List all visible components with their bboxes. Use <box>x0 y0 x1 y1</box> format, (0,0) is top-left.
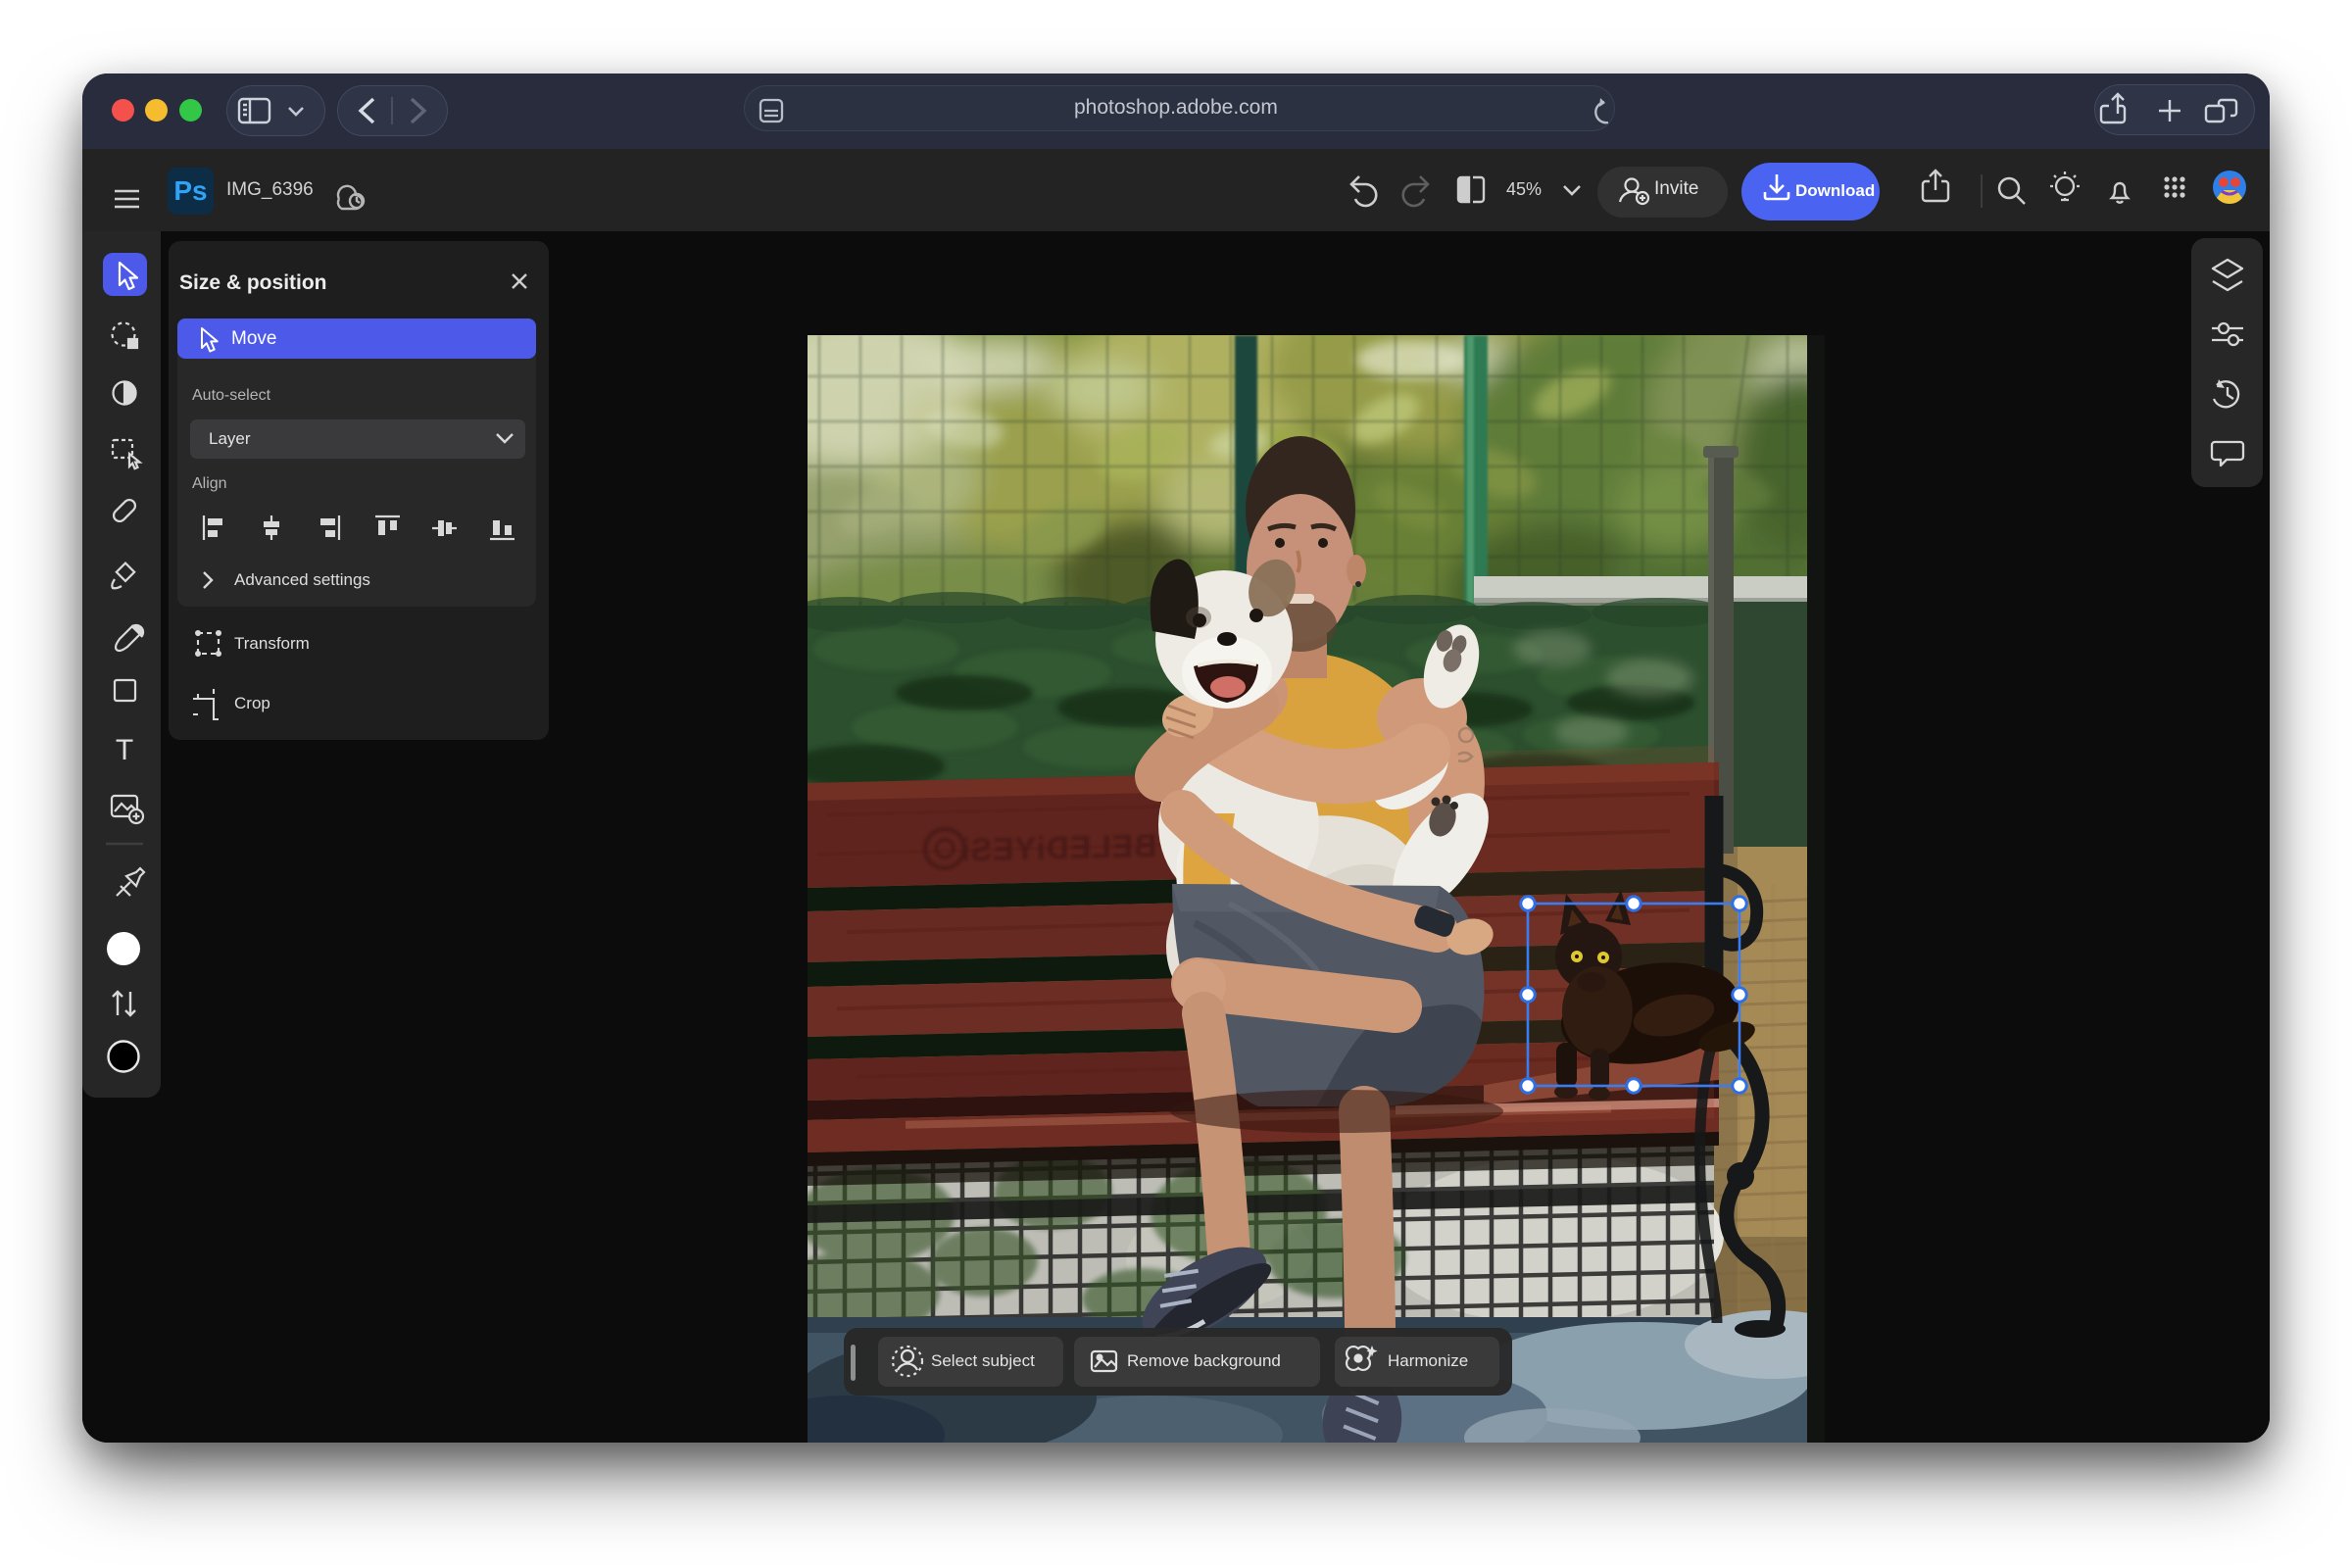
svg-text:T: T <box>116 734 133 766</box>
